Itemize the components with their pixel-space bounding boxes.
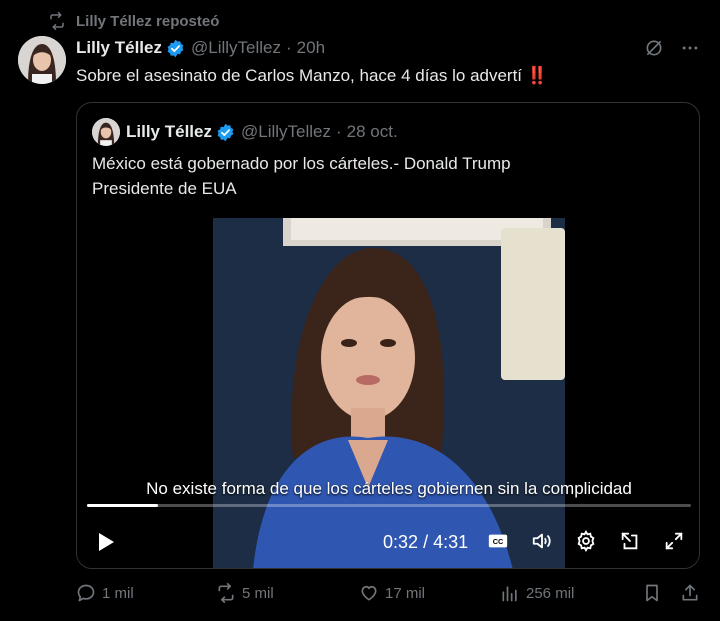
verified-badge-icon[interactable] xyxy=(166,39,185,58)
reply-count: 1 mil xyxy=(102,584,134,602)
quoted-text-line-2: Presidente de EUA xyxy=(92,179,237,198)
video-caption: No existe forma de que los cárteles gobi… xyxy=(146,479,632,498)
video-thumbnail-image xyxy=(213,218,565,568)
video-duration: 4:31 xyxy=(433,532,469,552)
separator: · xyxy=(286,38,292,57)
post-text-content: Sobre el asesinato de Carlos Manzo, hace… xyxy=(76,66,523,85)
repost-button[interactable]: 5 mil xyxy=(216,583,274,603)
author-handle[interactable]: @LillyTellez xyxy=(191,38,281,58)
picture-in-picture-icon[interactable] xyxy=(619,530,641,552)
play-icon[interactable] xyxy=(93,530,117,554)
reply-icon xyxy=(77,584,95,602)
quoted-post-header: Lilly Téllez @LillyTellez · 28 oct. xyxy=(92,118,398,146)
quoted-avatar-image xyxy=(92,118,120,146)
like-button[interactable]: 17 mil xyxy=(359,583,425,603)
video-player[interactable]: No existe forma de que los cárteles gobi… xyxy=(77,218,699,568)
quoted-post-text: México está gobernado por los cárteles.-… xyxy=(92,151,612,201)
views-count: 256 mil xyxy=(526,584,575,602)
repost-count: 5 mil xyxy=(242,584,274,602)
avatar-image xyxy=(18,36,66,84)
like-count: 17 mil xyxy=(385,584,426,602)
more-options-icon[interactable] xyxy=(680,38,700,58)
post-header: Lilly Téllez @LillyTellez · 20h xyxy=(76,38,325,58)
post-top-actions xyxy=(644,38,700,58)
svg-text:CC: CC xyxy=(493,537,504,546)
avatar[interactable] xyxy=(18,36,66,84)
timecode-separator: / xyxy=(423,532,429,552)
bookmark-icon[interactable] xyxy=(642,583,662,603)
video-progress-bar[interactable] xyxy=(87,504,691,507)
separator: · xyxy=(336,122,342,141)
repost-indicator[interactable]: Lilly Téllez reposteó xyxy=(48,10,219,32)
quoted-post-date[interactable]: 28 oct. xyxy=(347,122,398,142)
repost-label: Lilly Téllez reposteó xyxy=(76,12,220,30)
quoted-avatar[interactable] xyxy=(92,118,120,146)
settings-gear-icon[interactable] xyxy=(575,530,597,552)
post-time[interactable]: 20h xyxy=(297,38,325,58)
double-exclamation-emoji: ‼️ xyxy=(526,66,548,85)
video-frame[interactable] xyxy=(213,218,565,568)
quoted-post[interactable]: Lilly Téllez @LillyTellez · 28 oct. Méxi… xyxy=(76,102,700,569)
repost-icon xyxy=(218,583,234,603)
video-control-icons: CC xyxy=(487,530,685,552)
author-name[interactable]: Lilly Téllez xyxy=(76,38,162,58)
views-button[interactable]: 256 mil xyxy=(500,583,574,603)
verified-badge-icon[interactable] xyxy=(216,123,235,142)
video-timecode: 0:32 / 4:31 xyxy=(383,532,468,553)
views-chart-icon xyxy=(502,586,517,602)
video-current-time: 0:32 xyxy=(383,532,419,552)
quoted-author-name[interactable]: Lilly Téllez xyxy=(126,122,212,142)
heart-icon xyxy=(361,585,377,601)
share-icon[interactable] xyxy=(680,583,700,603)
video-controls: 0:32 / 4:31 CC xyxy=(77,522,699,562)
reply-button[interactable]: 1 mil xyxy=(76,583,134,603)
fullscreen-icon[interactable] xyxy=(663,530,685,552)
post-secondary-actions xyxy=(642,583,700,603)
quoted-author-handle[interactable]: @LillyTellez xyxy=(241,122,331,142)
video-progress-fill xyxy=(87,504,159,507)
grok-icon[interactable] xyxy=(644,38,664,58)
quoted-text-line-1: México está gobernado por los cárteles.-… xyxy=(92,154,511,173)
post-actions: 1 mil 5 mil 17 mil 256 mil xyxy=(76,583,700,609)
post-text: Sobre el asesinato de Carlos Manzo, hace… xyxy=(76,64,548,88)
volume-icon[interactable] xyxy=(531,530,553,552)
repost-icon xyxy=(50,12,64,30)
closed-captions-icon[interactable]: CC xyxy=(487,530,509,552)
